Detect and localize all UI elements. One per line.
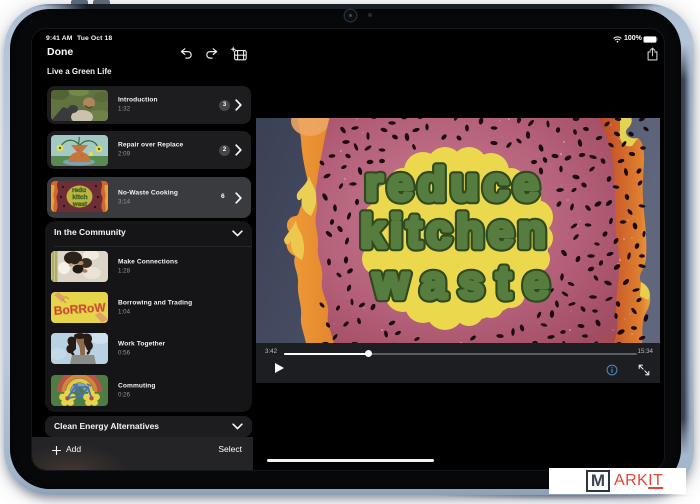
svg-text:waste: waste bbox=[372, 256, 549, 308]
svg-text:wast: wast bbox=[72, 201, 88, 208]
svg-text:kitch: kitch bbox=[72, 194, 87, 201]
svg-text:redu: redu bbox=[72, 187, 86, 194]
svg-text:reduce: reduce bbox=[365, 158, 539, 210]
